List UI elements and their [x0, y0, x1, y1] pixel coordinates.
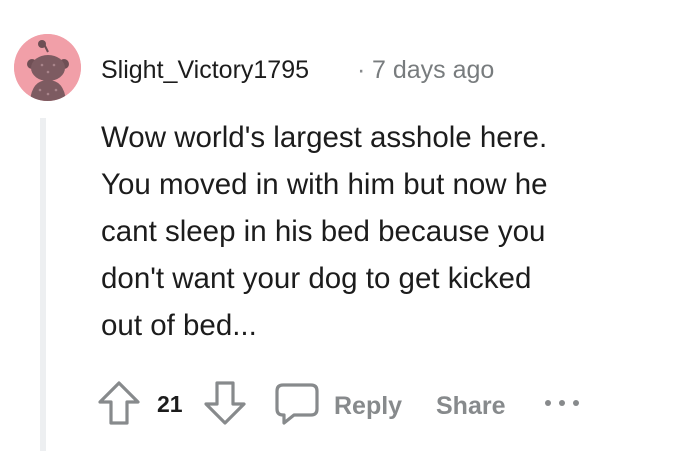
downvote-arrow-icon[interactable]	[203, 380, 247, 426]
comment-bubble-icon[interactable]	[274, 382, 320, 426]
comment-body-line: Wow world's largest asshole here.	[101, 121, 548, 154]
upvote-arrow-icon[interactable]	[97, 380, 141, 426]
share-button[interactable]: Share	[436, 391, 505, 421]
meta-separator: ·	[357, 56, 366, 84]
comment-body-line: cant sleep in his bed because you	[101, 215, 546, 248]
snoo-avatar-icon	[14, 34, 81, 101]
vote-score: 21	[157, 391, 183, 417]
user-avatar[interactable]	[14, 34, 81, 101]
comment-body-line: You moved in with him but now he	[101, 168, 548, 201]
comment-timestamp[interactable]: 7 days ago	[372, 55, 494, 85]
comment-author[interactable]: Slight_Victory1795	[101, 55, 309, 85]
comment-body: Wow world's largest asshole here. You mo…	[101, 114, 681, 349]
thread-collapse-line[interactable]	[40, 118, 46, 451]
more-dots-icon[interactable]	[543, 396, 581, 410]
comment-body-line: don't want your dog to get kicked	[101, 262, 532, 295]
reply-button[interactable]: Reply	[334, 391, 402, 421]
comment-body-line: out of bed...	[101, 309, 257, 342]
